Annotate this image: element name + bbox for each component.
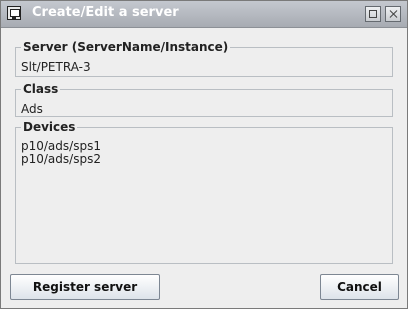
create-edit-server-dialog: Create/Edit a server Server (ServerName/… xyxy=(0,0,408,309)
devices-label: Devices xyxy=(21,120,78,134)
devices-list[interactable]: p10/ads/sps1 p10/ads/sps2 xyxy=(21,140,101,166)
class-field[interactable]: Class Ads xyxy=(15,82,393,117)
app-window-icon xyxy=(7,6,21,20)
title-bar[interactable]: Create/Edit a server xyxy=(1,1,407,28)
class-value[interactable]: Ads xyxy=(21,102,43,116)
window-title: Create/Edit a server xyxy=(32,5,179,20)
server-label: Server (ServerName/Instance) xyxy=(21,40,231,54)
register-server-button[interactable]: Register server xyxy=(10,274,160,300)
maximize-icon[interactable] xyxy=(365,6,381,22)
server-value[interactable]: Slt/PETRA-3 xyxy=(21,60,91,74)
cancel-button[interactable]: Cancel xyxy=(320,274,399,300)
device-item[interactable]: p10/ads/sps2 xyxy=(21,153,101,166)
close-icon[interactable] xyxy=(385,6,401,22)
server-field[interactable]: Server (ServerName/Instance) Slt/PETRA-3 xyxy=(15,40,393,77)
class-label: Class xyxy=(21,82,61,96)
devices-field[interactable]: Devices p10/ads/sps1 p10/ads/sps2 xyxy=(15,120,393,264)
